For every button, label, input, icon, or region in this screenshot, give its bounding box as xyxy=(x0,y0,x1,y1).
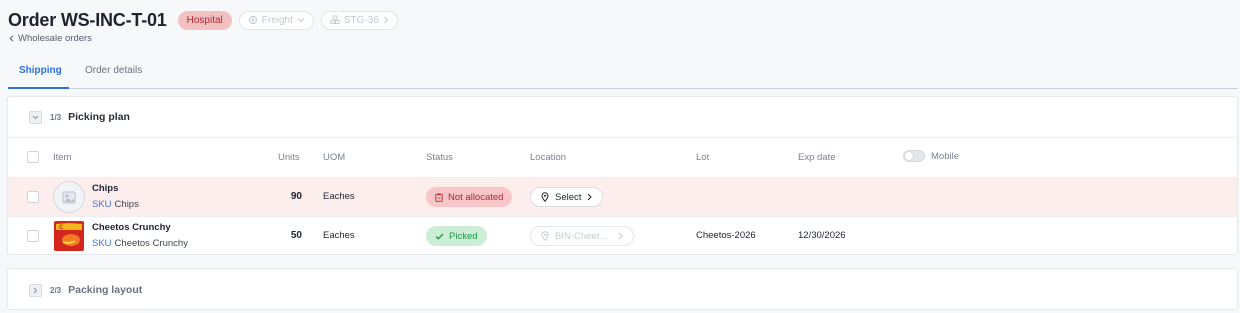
status-label: Picked xyxy=(449,230,478,242)
carrier-label: Freight xyxy=(261,14,293,26)
item-name: Chips xyxy=(92,183,119,194)
sku-label: SKU xyxy=(92,238,112,249)
select-all-checkbox[interactable] xyxy=(27,151,39,163)
step-indicator: 1/3 xyxy=(50,112,62,122)
image-placeholder-icon xyxy=(62,191,76,204)
sku-label: SKU xyxy=(92,199,112,210)
page-header: Order WS-INC-T-01 Hospital Freight STG-3… xyxy=(8,8,398,32)
back-link-label: Wholesale orders xyxy=(18,33,92,44)
location-label: Select xyxy=(555,191,582,203)
chevron-right-icon xyxy=(618,232,623,240)
exp-date-value: 12/30/2026 xyxy=(798,230,846,241)
mobile-label: Mobile xyxy=(931,150,959,162)
item-sku: SKU Cheetos Crunchy xyxy=(92,238,188,249)
page-title: Order WS-INC-T-01 xyxy=(8,9,167,30)
expand-toggle[interactable] xyxy=(29,283,42,297)
collapse-toggle[interactable] xyxy=(29,110,42,124)
units-value: 50 xyxy=(290,230,302,241)
table-header-row: Item Units UOM Status Location Lot Exp d… xyxy=(8,138,1237,177)
mobile-toggle[interactable]: Mobile xyxy=(903,150,959,162)
chevron-down-icon xyxy=(32,115,39,119)
table-row[interactable]: C Cheetos Crunchy SKU Cheetos Crunchy 50… xyxy=(8,217,1237,255)
staging-icon xyxy=(330,15,340,24)
product-image: C xyxy=(53,220,85,252)
location-select-button[interactable]: Select xyxy=(530,187,604,207)
sku-value: Cheetos Crunchy xyxy=(114,238,188,249)
packing-layout-section: 2/3 Packing layout xyxy=(7,268,1238,310)
item-sku: SKU Chips xyxy=(92,199,139,210)
lot-value: Cheetos-2026 xyxy=(696,230,756,241)
units-value: 90 xyxy=(290,191,302,202)
carrier-selector[interactable]: Freight xyxy=(238,10,314,30)
location-select-button[interactable]: BIN-Cheet... xyxy=(530,226,634,246)
picking-plan-header[interactable]: 1/3 Picking plan xyxy=(8,97,1237,137)
svg-text:C: C xyxy=(59,225,64,231)
status-badge: Not allocated xyxy=(426,187,513,207)
chevron-right-icon xyxy=(588,193,593,201)
product-placeholder-image xyxy=(53,181,85,213)
column-header-location[interactable]: Location xyxy=(530,152,566,163)
chevron-left-icon xyxy=(9,35,14,42)
column-header-item[interactable]: Item xyxy=(53,152,71,163)
chevron-right-icon xyxy=(384,16,389,24)
truck-icon xyxy=(248,15,257,25)
back-link[interactable]: Wholesale orders xyxy=(9,33,92,44)
tab-shipping[interactable]: Shipping xyxy=(19,65,62,76)
column-header-status[interactable]: Status xyxy=(426,152,453,163)
map-pin-icon xyxy=(541,231,549,241)
column-header-uom[interactable]: UOM xyxy=(323,152,345,163)
tab-bar: Shipping Order details xyxy=(8,60,1238,89)
tab-order-details[interactable]: Order details xyxy=(85,65,142,76)
map-pin-icon xyxy=(541,192,549,202)
row-checkbox[interactable] xyxy=(27,230,39,242)
column-header-exp-date[interactable]: Exp date xyxy=(798,152,836,163)
packing-layout-header[interactable]: 2/3 Packing layout xyxy=(8,269,1237,311)
mobile-switch[interactable] xyxy=(903,150,925,162)
customer-type-badge: Hospital xyxy=(177,10,232,30)
section-title: Picking plan xyxy=(68,111,130,123)
sku-value: Chips xyxy=(114,199,139,210)
status-badge: Picked xyxy=(426,226,487,246)
stage-link[interactable]: STG-36 xyxy=(320,10,398,30)
column-header-lot[interactable]: Lot xyxy=(696,152,709,163)
chevron-right-icon xyxy=(33,287,38,293)
snack-bag-icon: C xyxy=(54,221,84,251)
clipboard-icon xyxy=(435,193,443,202)
uom-value: Eaches xyxy=(323,230,355,241)
location-label: BIN-Cheet... xyxy=(555,230,608,242)
check-icon xyxy=(435,233,444,240)
picking-plan-section: 1/3 Picking plan Item Units UOM Status L… xyxy=(7,96,1238,255)
row-checkbox[interactable] xyxy=(27,191,39,203)
table-row[interactable]: Chips SKU Chips 90 Eaches Not allocated … xyxy=(8,178,1237,216)
status-label: Not allocated xyxy=(448,191,504,203)
item-name: Cheetos Crunchy xyxy=(92,222,171,233)
section-title: Packing layout xyxy=(68,284,143,296)
step-indicator: 2/3 xyxy=(50,285,62,295)
stage-label: STG-36 xyxy=(343,14,379,26)
active-tab-indicator xyxy=(8,87,69,89)
uom-value: Eaches xyxy=(323,191,355,202)
column-header-units[interactable]: Units xyxy=(278,152,300,163)
chevron-down-icon xyxy=(297,18,305,23)
